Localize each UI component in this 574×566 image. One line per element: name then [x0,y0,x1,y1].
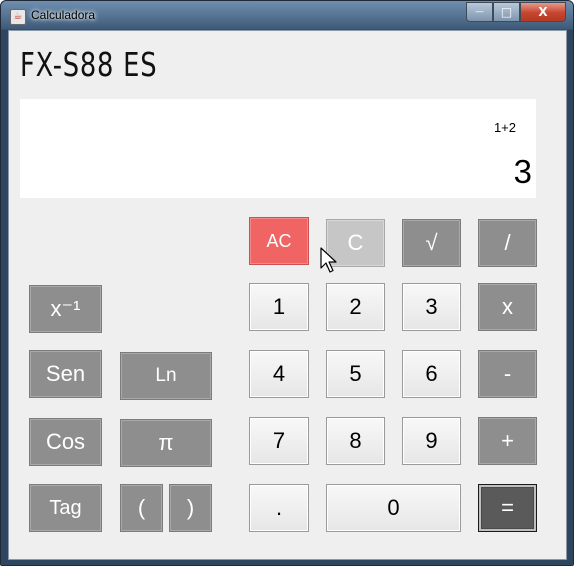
display-panel: 1+2 3 [20,99,536,198]
plus-button[interactable]: + [478,417,537,465]
multiply-button[interactable]: x [478,283,537,331]
sine-button[interactable]: Sen [29,350,102,398]
close-icon: X [538,5,548,19]
inverse-button[interactable]: x⁻¹ [29,285,102,333]
digit-5-button[interactable]: 5 [326,350,385,398]
minimize-button[interactable]: — [466,2,493,22]
digit-4-button[interactable]: 4 [249,350,309,398]
maximize-icon: □ [500,5,513,19]
close-paren-button[interactable]: ) [169,484,212,532]
minimize-icon: — [475,7,484,17]
title-bar[interactable]: ☕ Calculadora — □ X [1,1,573,30]
close-button[interactable]: X [520,2,566,22]
equals-button[interactable]: = [478,484,537,532]
square-root-button[interactable]: √ [402,219,461,267]
divide-button[interactable]: / [478,219,537,267]
calculator-window: ☕ Calculadora — □ X FX-S88 ES 1+2 3 AC C… [0,0,574,566]
digit-0-button[interactable]: 0 [326,484,461,532]
pi-button[interactable]: π [120,419,212,467]
all-clear-button[interactable]: AC [249,217,309,265]
cosine-button[interactable]: Cos [29,418,102,466]
digit-1-button[interactable]: 1 [249,283,309,331]
decimal-point-button[interactable]: . [249,484,309,532]
result-display: 3 [513,153,532,190]
calculator-body: FX-S88 ES 1+2 3 AC C √ / x⁻¹ 1 2 3 x Sen… [8,30,567,560]
digit-2-button[interactable]: 2 [326,283,385,331]
digit-9-button[interactable]: 9 [402,417,461,465]
model-label: FX-S88 ES [20,45,158,84]
java-cup-icon: ☕ [10,9,26,25]
open-paren-button[interactable]: ( [120,484,163,532]
digit-8-button[interactable]: 8 [326,417,385,465]
tangent-button[interactable]: Tag [29,484,102,532]
digit-7-button[interactable]: 7 [249,417,309,465]
maximize-button[interactable]: □ [493,2,520,22]
mouse-pointer-icon [320,247,337,273]
natural-log-button[interactable]: Ln [120,352,212,400]
digit-6-button[interactable]: 6 [402,350,461,398]
window-title: Calculadora [31,8,96,22]
minus-button[interactable]: - [478,350,537,398]
window-controls: — □ X [466,2,566,22]
expression-display: 1+2 [493,120,516,135]
digit-3-button[interactable]: 3 [402,283,461,331]
